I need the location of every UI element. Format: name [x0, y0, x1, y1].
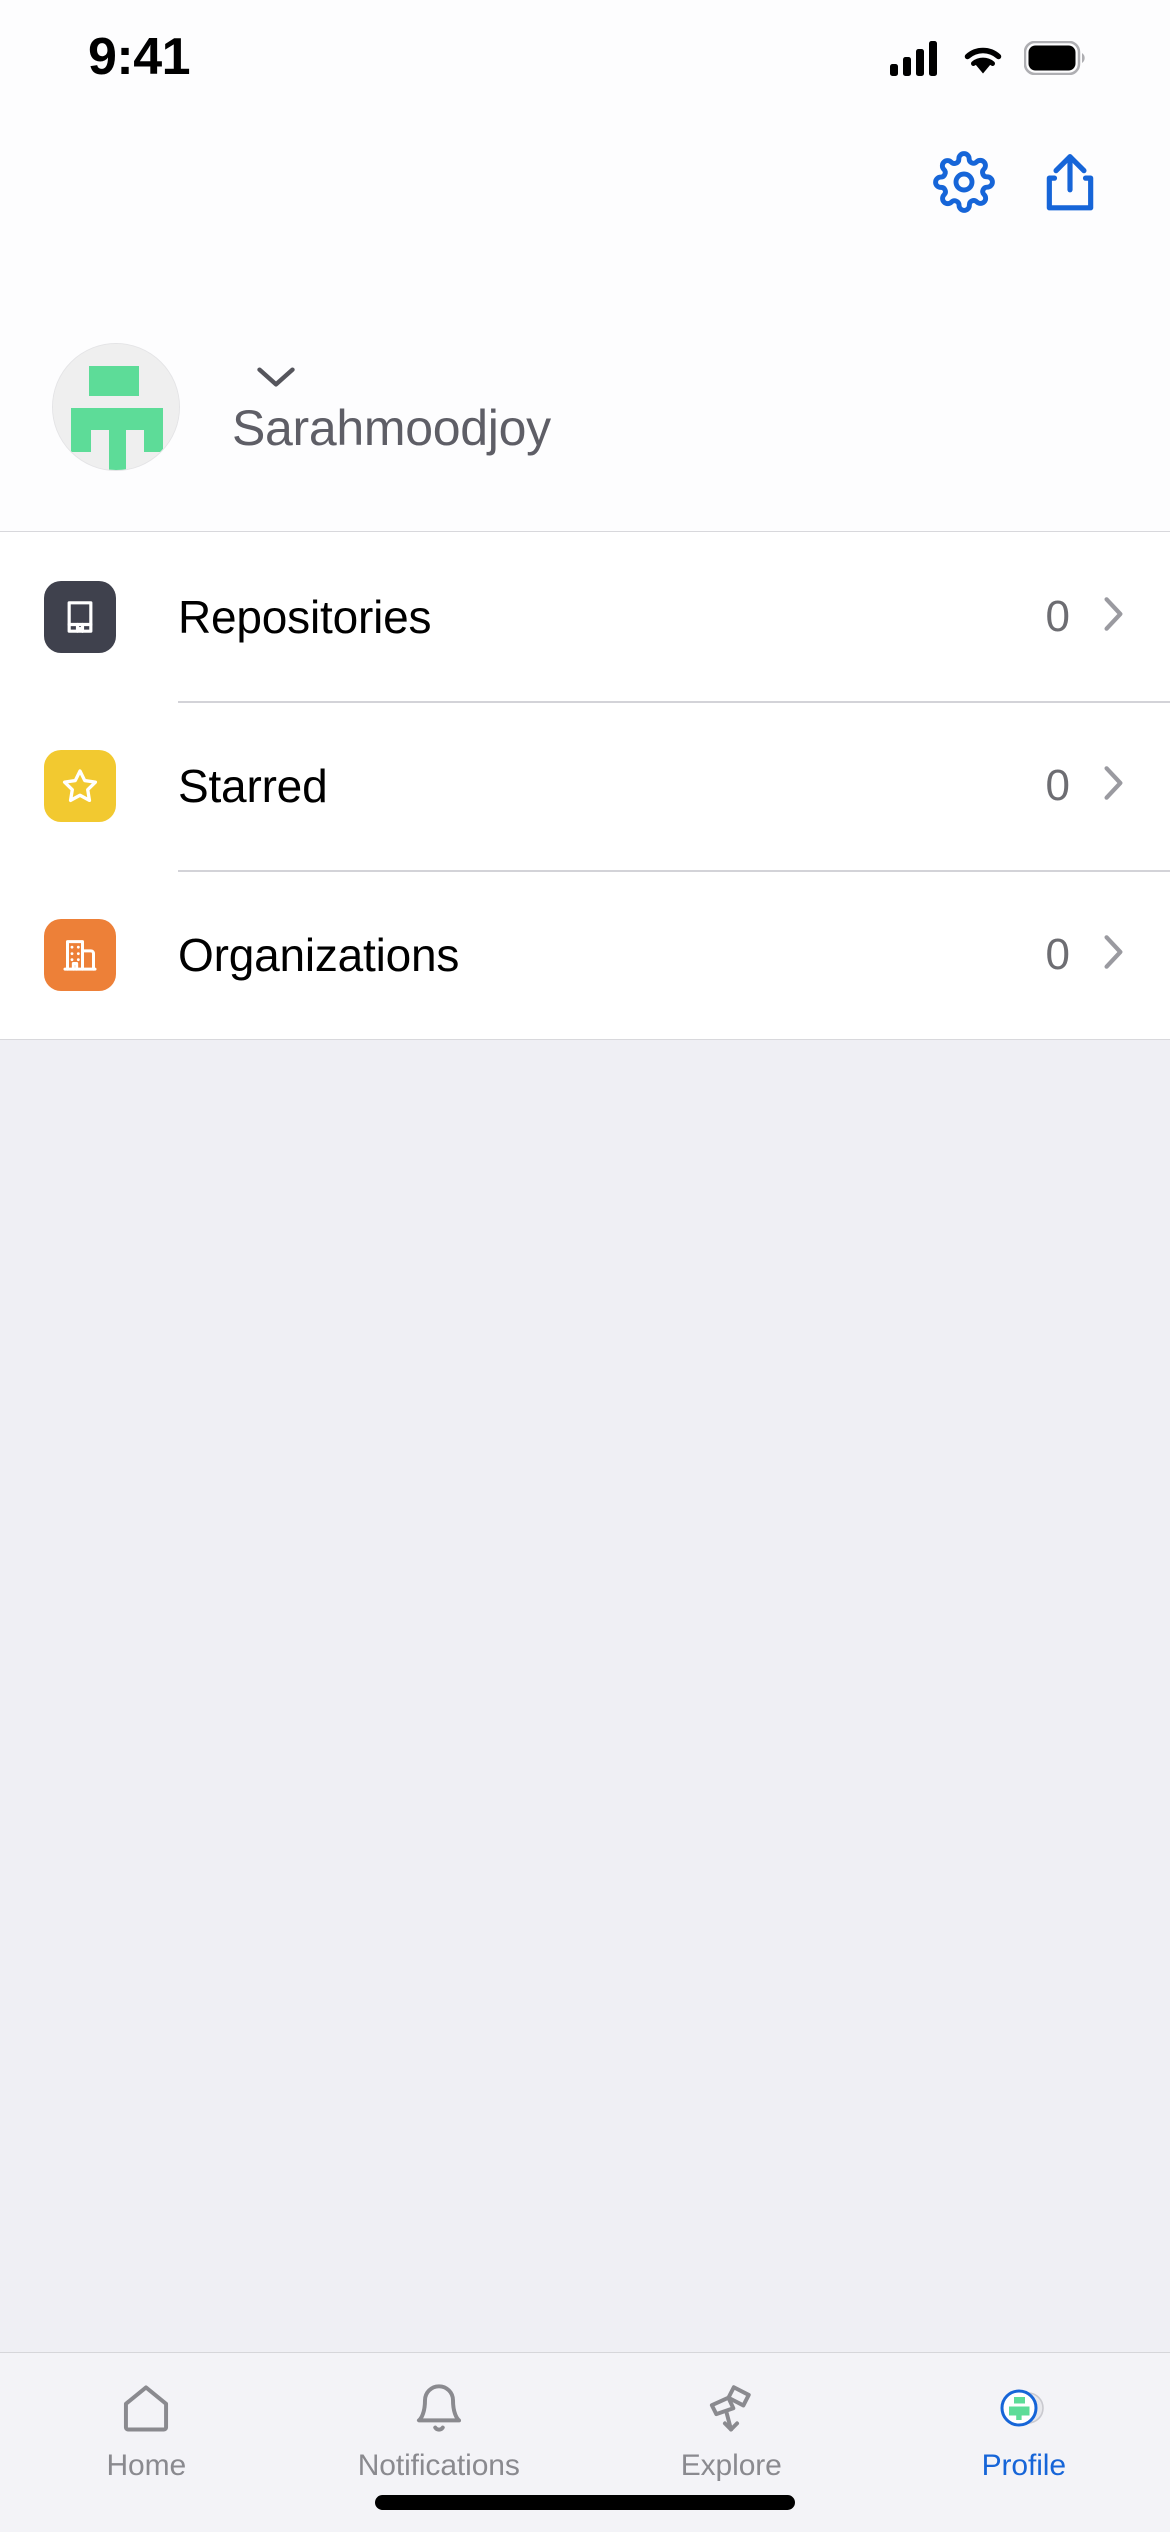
tab-explore[interactable]: Explore [585, 2377, 878, 2483]
chevron-right-icon [1100, 592, 1126, 641]
chevron-down-icon[interactable] [254, 364, 298, 395]
chevron-right-icon [1100, 761, 1126, 810]
status-bar-indicators [890, 40, 1086, 81]
telescope-icon [700, 2377, 762, 2439]
status-bar-time: 9:41 [88, 28, 191, 86]
avatar[interactable] [52, 342, 180, 471]
tab-profile[interactable]: Profile [878, 2377, 1170, 2483]
tab-notifications[interactable]: Notifications [293, 2377, 586, 2483]
home-icon [117, 2377, 175, 2439]
list-item-repositories[interactable]: Repositories 0 [0, 532, 1170, 701]
profile-username: Sarahmoodjoy [232, 399, 551, 456]
tab-label: Home [106, 2449, 187, 2482]
share-button[interactable] [1038, 152, 1102, 216]
home-indicator-bar [375, 2495, 795, 2510]
battery-full-icon [1023, 40, 1086, 80]
profile-header[interactable]: Sarahmoodjoy [0, 282, 1170, 532]
share-icon [1041, 151, 1099, 218]
tab-label: Explore [680, 2449, 782, 2482]
header-actions [932, 150, 1102, 218]
settings-button[interactable] [932, 150, 996, 218]
username-block[interactable]: Sarahmoodjoy [232, 358, 551, 456]
content-empty-area [0, 1040, 1170, 2352]
list-item-starred[interactable]: Starred 0 [0, 701, 1170, 870]
list-item-organizations[interactable]: Organizations 0 [0, 870, 1170, 1039]
repo-book-icon [44, 580, 116, 653]
tab-label: Profile [981, 2449, 1066, 2482]
list-item-value: 0 [1045, 760, 1070, 810]
tab-home[interactable]: Home [0, 2377, 293, 2483]
bell-icon [411, 2377, 467, 2439]
list-item-value: 0 [1045, 929, 1070, 979]
status-bar: 9:41 [0, 0, 1170, 132]
gitea-logo-avatar [53, 343, 179, 470]
wifi-icon [958, 40, 1008, 81]
app-screen: 9:41 Sarahmoodjoy Repositories 0 Starred… [0, 0, 1170, 2532]
star-icon [44, 749, 116, 822]
list-item-label: Repositories [178, 590, 432, 643]
profile-stats-list: Repositories 0 Starred 0 Organizations 0 [0, 532, 1170, 1040]
list-item-label: Organizations [178, 928, 460, 981]
tab-label: Notifications [357, 2449, 520, 2482]
list-item-label: Starred [178, 759, 328, 812]
header-bar [0, 132, 1170, 452]
organization-building-icon [44, 918, 116, 991]
chevron-right-icon [1100, 930, 1126, 979]
list-item-value: 0 [1045, 591, 1070, 641]
profile-avatar-icon [993, 2377, 1055, 2439]
cellular-signal-icon [890, 40, 942, 81]
gear-icon [933, 150, 995, 218]
